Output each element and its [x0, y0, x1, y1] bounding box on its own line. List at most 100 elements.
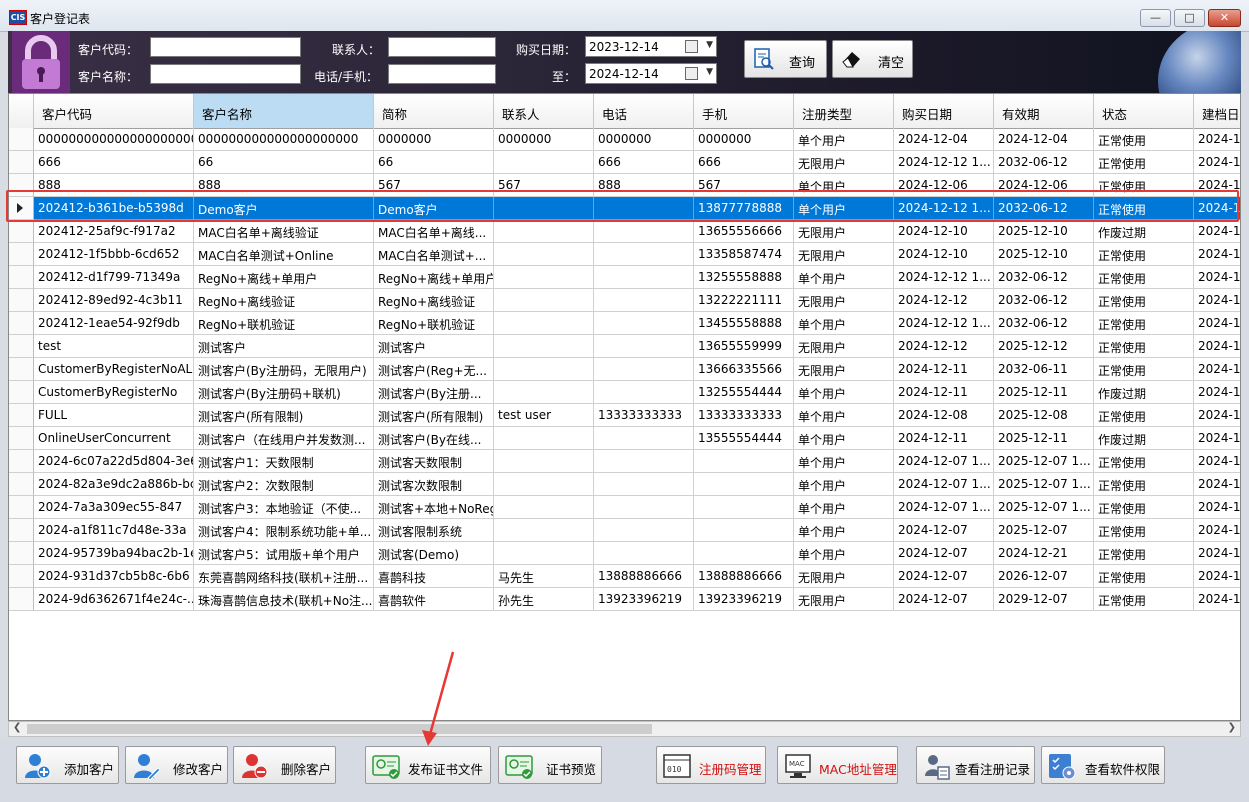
table-cell[interactable]: 单个用户: [794, 381, 894, 404]
table-cell[interactable]: [594, 266, 694, 289]
table-cell[interactable]: CustomerByRegisterNoALL: [34, 358, 194, 381]
table-cell[interactable]: RegNo+离线验证: [194, 289, 374, 312]
table-cell[interactable]: 2032-06-12: [994, 312, 1094, 335]
table-cell[interactable]: 2024-12-11: [894, 427, 994, 450]
table-cell[interactable]: RegNo+联机验证: [374, 312, 494, 335]
table-cell[interactable]: 2025-12-10: [994, 220, 1094, 243]
table-cell[interactable]: 2024-12-07 1...: [894, 473, 994, 496]
row-header[interactable]: [9, 358, 34, 381]
table-cell[interactable]: 13655559999: [694, 335, 794, 358]
table-cell[interactable]: [594, 519, 694, 542]
table-cell[interactable]: 2024-12-07: [894, 542, 994, 565]
table-cell[interactable]: 000000000000000000000: [194, 128, 374, 151]
table-row[interactable]: CustomerByRegisterNo 测试客户(By注册码+联机) 测试客户(B…: [9, 381, 1240, 404]
table-cell[interactable]: MAC白名单测试+...: [374, 243, 494, 266]
table-cell[interactable]: 2024-12: [1194, 496, 1240, 519]
table-row[interactable]: test 测试客户 测试客户 13655559999 无限用户 2024-12-12 202…: [9, 335, 1240, 358]
table-cell[interactable]: 正常使用: [1094, 404, 1194, 427]
row-header[interactable]: [9, 335, 34, 358]
table-cell[interactable]: [494, 542, 594, 565]
table-cell[interactable]: [494, 220, 594, 243]
table-cell[interactable]: test user: [494, 404, 594, 427]
table-cell[interactable]: 测试客户(By注册...: [374, 381, 494, 404]
table-cell[interactable]: 202412-1eae54-92f9db: [34, 312, 194, 335]
table-cell[interactable]: 2024-12: [1194, 588, 1240, 611]
table-cell[interactable]: 13555554444: [694, 427, 794, 450]
row-header[interactable]: [9, 496, 34, 519]
table-cell[interactable]: 2024-12-12: [894, 335, 994, 358]
table-cell[interactable]: 单个用户: [794, 542, 894, 565]
table-cell[interactable]: RegNo+离线+单用户: [194, 266, 374, 289]
table-cell[interactable]: [594, 243, 694, 266]
table-cell[interactable]: MAC白名单测试+Online: [194, 243, 374, 266]
table-cell[interactable]: [594, 473, 694, 496]
table-cell[interactable]: [594, 335, 694, 358]
table-row[interactable]: 202412-25af9c-f917a2 MAC白名单+离线验证 MAC白名单+离线…: [9, 220, 1240, 243]
column-header[interactable]: 客户代码: [34, 94, 194, 128]
table-row[interactable]: OnlineUserConcurrent 测试客户（在线用户并发数测... 测试客户…: [9, 427, 1240, 450]
table-cell[interactable]: 2032-06-12: [994, 151, 1094, 174]
table-cell[interactable]: 单个用户: [794, 266, 894, 289]
table-cell[interactable]: 正常使用: [1094, 473, 1194, 496]
table-cell[interactable]: 测试客户(By注册码+联机): [194, 381, 374, 404]
contact-input[interactable]: [388, 37, 496, 57]
table-cell[interactable]: 2024-12-04: [994, 128, 1094, 151]
table-cell[interactable]: 13923396219: [594, 588, 694, 611]
table-cell[interactable]: 测试客次数限制: [374, 473, 494, 496]
table-cell[interactable]: RegNo+联机验证: [194, 312, 374, 335]
table-cell[interactable]: 正常使用: [1094, 266, 1194, 289]
table-cell[interactable]: 正常使用: [1094, 289, 1194, 312]
table-cell[interactable]: 正常使用: [1094, 358, 1194, 381]
table-cell[interactable]: 测试客户（在线用户并发数测...: [194, 427, 374, 450]
table-cell[interactable]: 东莞喜鹊网络科技(联机+注册...: [194, 565, 374, 588]
table-cell[interactable]: 2032-06-12: [994, 266, 1094, 289]
column-header[interactable]: 有效期: [994, 94, 1094, 128]
table-cell[interactable]: 测试客+本地+NoReg: [374, 496, 494, 519]
table-cell[interactable]: [694, 473, 794, 496]
table-cell[interactable]: 2025-12-07: [994, 519, 1094, 542]
table-cell[interactable]: 2024-12: [1194, 358, 1240, 381]
table-cell[interactable]: 2024-12: [1194, 427, 1240, 450]
table-cell[interactable]: 2025-12-07 1...: [994, 473, 1094, 496]
table-cell[interactable]: [494, 266, 594, 289]
table-cell[interactable]: [594, 496, 694, 519]
column-header[interactable]: 简称: [374, 94, 494, 128]
table-cell[interactable]: 2024-12: [1194, 404, 1240, 427]
table-cell[interactable]: [494, 312, 594, 335]
table-cell[interactable]: 无限用户: [794, 588, 894, 611]
table-cell[interactable]: [694, 519, 794, 542]
row-header[interactable]: [9, 266, 34, 289]
table-cell[interactable]: 202412-89ed92-4c3b11: [34, 289, 194, 312]
table-cell[interactable]: [594, 358, 694, 381]
table-cell[interactable]: 单个用户: [794, 450, 894, 473]
clear-button[interactable]: 清空: [832, 40, 913, 78]
column-header[interactable]: 注册类型: [794, 94, 894, 128]
table-cell[interactable]: 测试客户(By注册码，无限用户): [194, 358, 374, 381]
table-cell[interactable]: 0000000: [374, 128, 494, 151]
table-cell[interactable]: 测试客户(Reg+无...: [374, 358, 494, 381]
table-cell[interactable]: 2024-12-11: [894, 358, 994, 381]
horizontal-scrollbar[interactable]: ❮ ❯: [8, 721, 1241, 737]
row-header[interactable]: [9, 542, 34, 565]
table-cell[interactable]: [594, 289, 694, 312]
row-header[interactable]: [9, 289, 34, 312]
column-header[interactable]: 购买日期: [894, 94, 994, 128]
table-cell[interactable]: [494, 151, 594, 174]
table-cell[interactable]: [494, 289, 594, 312]
table-cell[interactable]: 13255554444: [694, 381, 794, 404]
table-cell[interactable]: 测试客户: [194, 335, 374, 358]
row-header[interactable]: [9, 243, 34, 266]
table-cell[interactable]: 2025-12-08: [994, 404, 1094, 427]
minimize-button[interactable]: —: [1140, 9, 1171, 27]
table-cell[interactable]: 13333333333: [594, 404, 694, 427]
table-cell[interactable]: [594, 312, 694, 335]
table-cell[interactable]: 2024-12-04: [894, 128, 994, 151]
table-cell[interactable]: 202412-25af9c-f917a2: [34, 220, 194, 243]
table-row[interactable]: 2024-9d6362671f4e24c-... 珠海喜鹊信息技术(联机+No注.…: [9, 588, 1240, 611]
table-cell[interactable]: 202412-1f5bbb-6cd652: [34, 243, 194, 266]
table-cell[interactable]: [494, 519, 594, 542]
table-cell[interactable]: 2024-12: [1194, 565, 1240, 588]
column-header[interactable]: 状态: [1094, 94, 1194, 128]
table-cell[interactable]: [594, 427, 694, 450]
customer-table[interactable]: 客户代码客户名称简称联系人电话手机注册类型购买日期有效期状态建档日期 00000…: [8, 93, 1241, 721]
